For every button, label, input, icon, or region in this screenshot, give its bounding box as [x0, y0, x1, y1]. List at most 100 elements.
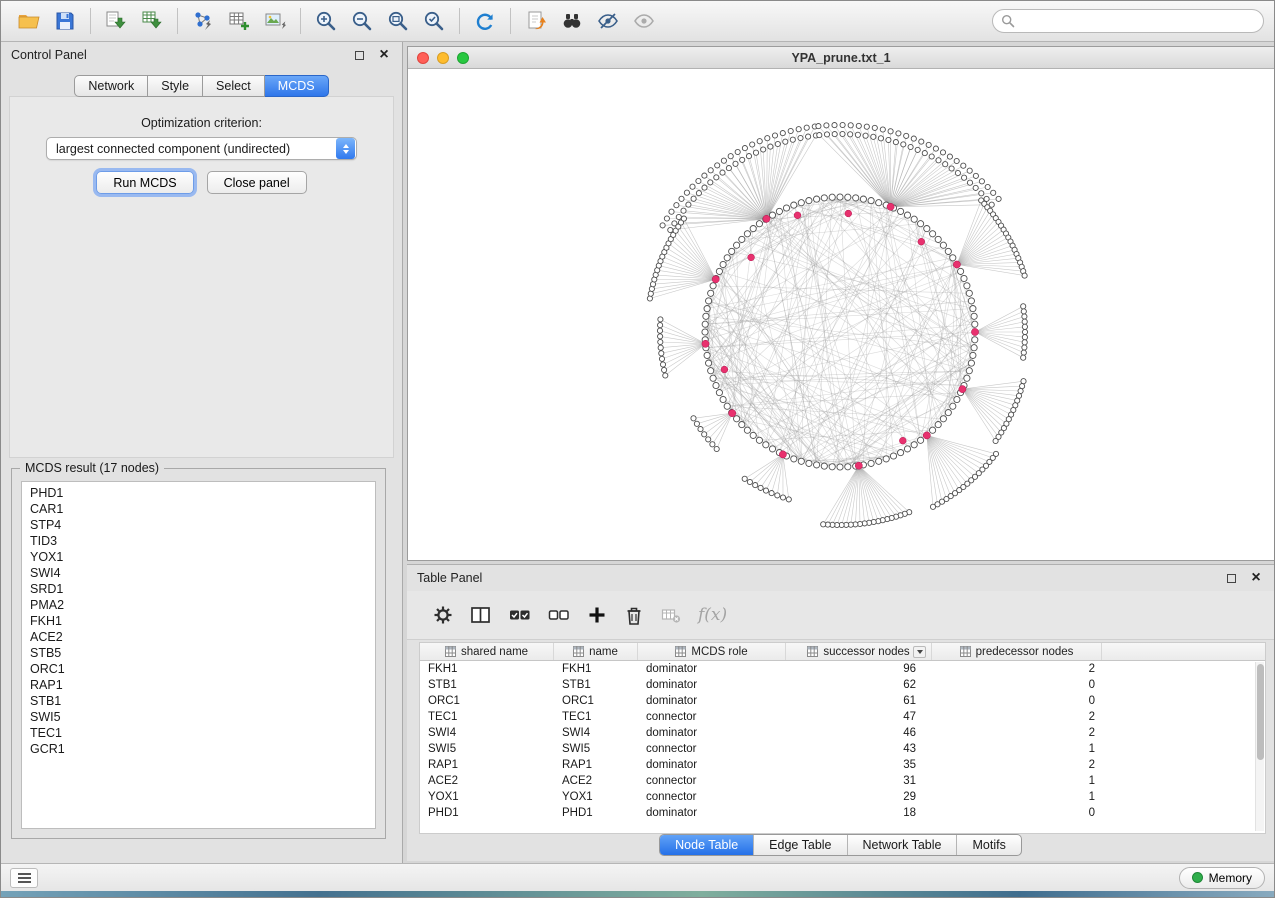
- table-cell[interactable]: 43: [786, 741, 932, 757]
- float-panel-icon[interactable]: [351, 47, 367, 63]
- table-cell[interactable]: FKH1: [420, 661, 554, 677]
- tab-edge-table[interactable]: Edge Table: [753, 835, 846, 855]
- table-cell[interactable]: PHD1: [554, 805, 638, 821]
- table-cell[interactable]: connector: [638, 709, 786, 725]
- table-cell[interactable]: FKH1: [554, 661, 638, 677]
- table-cell[interactable]: 0: [932, 693, 1102, 709]
- table-cell[interactable]: 2: [932, 661, 1102, 677]
- mcds-result-item[interactable]: YOX1: [22, 549, 375, 565]
- close-panel-icon[interactable]: ×: [376, 47, 392, 63]
- mcds-result-item[interactable]: STB5: [22, 645, 375, 661]
- table-cell[interactable]: [1102, 709, 1265, 725]
- table-cell[interactable]: ACE2: [420, 773, 554, 789]
- mcds-result-item[interactable]: ORC1: [22, 661, 375, 677]
- network-window-titlebar[interactable]: YPA_prune.txt_1: [408, 47, 1274, 69]
- table-row[interactable]: SWI4SWI4dominator462: [420, 725, 1265, 741]
- zoom-in-button[interactable]: [308, 5, 344, 37]
- deselect-all-button[interactable]: [548, 606, 570, 624]
- table-cell[interactable]: 1: [932, 773, 1102, 789]
- mcds-result-item[interactable]: STP4: [22, 517, 375, 533]
- column-header-mcds-role[interactable]: MCDS role: [638, 643, 786, 660]
- table-cell[interactable]: 1: [932, 741, 1102, 757]
- sort-menu-button[interactable]: [913, 646, 926, 658]
- table-cell[interactable]: dominator: [638, 677, 786, 693]
- close-table-panel-icon[interactable]: ×: [1248, 570, 1264, 586]
- import-network-file-button[interactable]: [98, 5, 134, 37]
- table-cell[interactable]: STB1: [554, 677, 638, 693]
- find-button[interactable]: [554, 5, 590, 37]
- import-table-file-button[interactable]: [134, 5, 170, 37]
- mcds-result-item[interactable]: GCR1: [22, 741, 375, 757]
- table-cell[interactable]: [1102, 773, 1265, 789]
- refresh-button[interactable]: [467, 5, 503, 37]
- run-mcds-button[interactable]: Run MCDS: [96, 171, 193, 194]
- tab-style[interactable]: Style: [148, 75, 203, 97]
- tab-network-table[interactable]: Network Table: [847, 835, 957, 855]
- hide-graphics-details-button[interactable]: [590, 5, 626, 37]
- open-file-button[interactable]: [11, 5, 47, 37]
- table-cell[interactable]: dominator: [638, 805, 786, 821]
- column-header-predecessor-nodes[interactable]: predecessor nodes: [932, 643, 1102, 660]
- table-cell[interactable]: ORC1: [554, 693, 638, 709]
- table-cell[interactable]: [1102, 661, 1265, 677]
- column-header-shared-name[interactable]: shared name: [420, 643, 554, 660]
- tab-mcds[interactable]: MCDS: [265, 75, 329, 97]
- mcds-result-item[interactable]: STB1: [22, 693, 375, 709]
- table-cell[interactable]: 96: [786, 661, 932, 677]
- table-cell[interactable]: dominator: [638, 725, 786, 741]
- table-cell[interactable]: ORC1: [420, 693, 554, 709]
- memory-button[interactable]: Memory: [1179, 867, 1265, 889]
- window-minimize-icon[interactable]: [437, 52, 449, 64]
- float-table-panel-icon[interactable]: [1223, 570, 1239, 586]
- table-row[interactable]: RAP1RAP1dominator352: [420, 757, 1265, 773]
- table-cell[interactable]: SWI5: [420, 741, 554, 757]
- window-close-icon[interactable]: [417, 52, 429, 64]
- table-cell[interactable]: dominator: [638, 693, 786, 709]
- mcds-result-item[interactable]: CAR1: [22, 501, 375, 517]
- table-cell[interactable]: 0: [932, 677, 1102, 693]
- column-header-name[interactable]: name: [554, 643, 638, 660]
- network-svg[interactable]: [408, 70, 1274, 560]
- table-cell[interactable]: ACE2: [554, 773, 638, 789]
- table-cell[interactable]: SWI4: [420, 725, 554, 741]
- add-column-button[interactable]: [587, 605, 607, 625]
- table-cell[interactable]: [1102, 789, 1265, 805]
- show-column-button[interactable]: [470, 605, 492, 625]
- delete-column-button[interactable]: [624, 604, 644, 626]
- table-cell[interactable]: 18: [786, 805, 932, 821]
- table-cell[interactable]: SWI4: [554, 725, 638, 741]
- zoom-selected-button[interactable]: [416, 5, 452, 37]
- table-row[interactable]: YOX1YOX1connector291: [420, 789, 1265, 805]
- tab-motifs[interactable]: Motifs: [956, 835, 1020, 855]
- zoom-out-button[interactable]: [344, 5, 380, 37]
- table-cell[interactable]: dominator: [638, 757, 786, 773]
- share-document-button[interactable]: [518, 5, 554, 37]
- table-cell[interactable]: STB1: [420, 677, 554, 693]
- table-row[interactable]: STB1STB1dominator620: [420, 677, 1265, 693]
- table-row[interactable]: ACE2ACE2connector311: [420, 773, 1265, 789]
- table-cell[interactable]: [1102, 741, 1265, 757]
- table-row[interactable]: PHD1PHD1dominator180: [420, 805, 1265, 821]
- new-network-button[interactable]: [185, 5, 221, 37]
- table-cell[interactable]: 29: [786, 789, 932, 805]
- mcds-result-item[interactable]: SWI5: [22, 709, 375, 725]
- mcds-result-list[interactable]: PHD1CAR1STP4TID3YOX1SWI4SRD1PMA2FKH1ACE2…: [21, 481, 376, 829]
- table-cell[interactable]: 62: [786, 677, 932, 693]
- table-cell[interactable]: [1102, 805, 1265, 821]
- table-cell[interactable]: 2: [932, 757, 1102, 773]
- table-row[interactable]: ORC1ORC1dominator610: [420, 693, 1265, 709]
- mcds-result-item[interactable]: PHD1: [22, 485, 375, 501]
- table-cell[interactable]: SWI5: [554, 741, 638, 757]
- table-cell[interactable]: 1: [932, 789, 1102, 805]
- table-cell[interactable]: 31: [786, 773, 932, 789]
- export-image-button[interactable]: [257, 5, 293, 37]
- table-cell[interactable]: RAP1: [554, 757, 638, 773]
- scrollbar-thumb[interactable]: [1257, 664, 1264, 760]
- table-cell[interactable]: 46: [786, 725, 932, 741]
- close-mcds-panel-button[interactable]: Close panel: [207, 171, 307, 194]
- table-cell[interactable]: PHD1: [420, 805, 554, 821]
- mcds-result-item[interactable]: FKH1: [22, 613, 375, 629]
- select-all-button[interactable]: [509, 606, 531, 624]
- mcds-result-item[interactable]: ACE2: [22, 629, 375, 645]
- table-cell[interactable]: TEC1: [420, 709, 554, 725]
